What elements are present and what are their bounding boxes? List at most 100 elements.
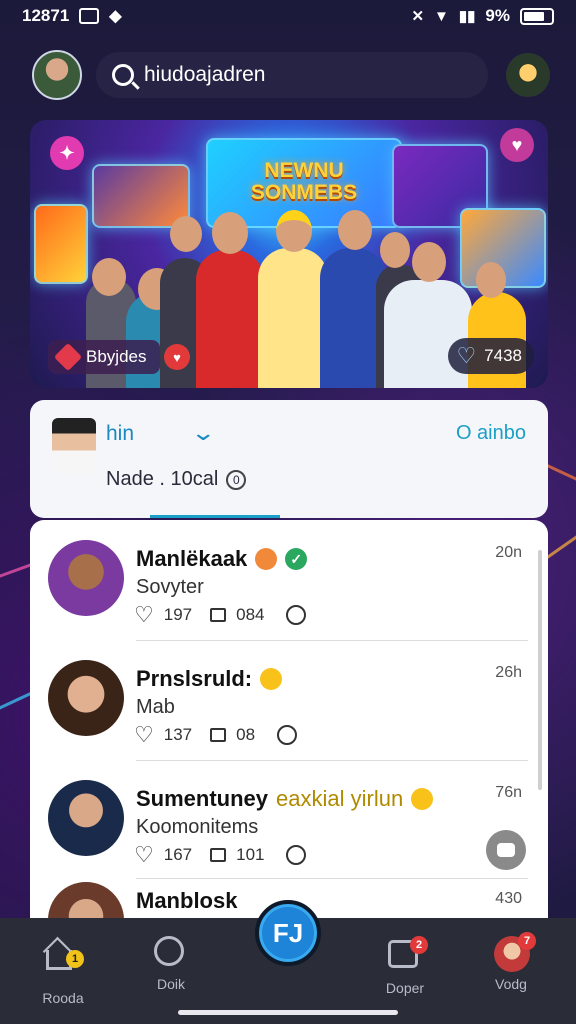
item-actions: ♡ 137 08 <box>134 724 298 746</box>
comment-icon[interactable] <box>210 608 227 622</box>
nav-item-profile[interactable]: 7 Vodg <box>466 932 556 992</box>
nav-item-home[interactable]: 1 Rooda <box>18 936 108 1006</box>
info-icon[interactable]: 0 <box>226 469 247 490</box>
item-actions: ♡ 167 101 <box>134 844 307 866</box>
search-input[interactable]: hiudoajadren <box>144 63 265 87</box>
item-time: 20n <box>495 544 522 561</box>
filter-name[interactable]: hin <box>106 422 134 446</box>
like-icon[interactable]: ♡ <box>134 844 154 866</box>
person-head <box>338 210 372 250</box>
nav-item-inbox[interactable]: 2 Doper <box>360 936 450 996</box>
battery-percent: 9% <box>485 6 510 25</box>
nav-item-search[interactable]: Doik <box>126 936 216 992</box>
person-head <box>170 216 202 252</box>
notification-badge: 7 <box>518 932 536 950</box>
item-subtitle: Mab <box>136 696 175 718</box>
notification-badge: 1 <box>66 950 84 968</box>
search-icon <box>154 936 184 966</box>
notification-icon <box>79 8 100 24</box>
light-streak <box>544 523 576 560</box>
filter-avatar[interactable] <box>52 418 96 474</box>
fire-icon <box>255 548 278 570</box>
notification-badge: 2 <box>410 936 428 954</box>
neon-panel <box>34 204 88 284</box>
banner-chip-label: Bbyjdes <box>86 347 147 366</box>
banner-chip[interactable]: Bbyjdes <box>48 340 161 374</box>
item-name: Prnslsruld: <box>136 666 283 692</box>
person-head <box>92 258 126 296</box>
smile-emoji-icon <box>260 668 283 690</box>
item-subtitle: Sovyter <box>136 576 204 598</box>
home-indicator[interactable] <box>178 1010 398 1015</box>
list-item[interactable]: Manlëkaak ✓ Sovyter ♡ 197 084 20n <box>30 520 548 638</box>
person-head <box>212 212 248 254</box>
shield-icon: ◆ <box>109 8 122 25</box>
list-item[interactable]: Prnslsruld: Mab ♡ 137 08 26h <box>30 640 548 758</box>
heart-icon: ♥ <box>173 349 181 365</box>
person-head <box>476 262 506 298</box>
alert-icon <box>411 788 434 810</box>
comment-icon[interactable] <box>210 728 227 742</box>
feed-list: Manlëkaak ✓ Sovyter ♡ 197 084 20n Prnsls… <box>30 520 548 918</box>
like-icon[interactable]: ♡ <box>134 724 154 746</box>
verified-icon: ✓ <box>285 548 308 570</box>
scrollbar[interactable] <box>538 550 542 790</box>
filter-subtitle: Nade . 10cal <box>106 468 219 490</box>
item-name: Sumentuney eaxkial yirlun <box>136 786 434 812</box>
chat-icon[interactable] <box>277 725 298 745</box>
featured-banner[interactable]: ✦ ♥ NEWNU SONMEBS Bbyjdes ♥ ♡ 7438 <box>30 120 548 388</box>
item-name: Manlëkaak ✓ <box>136 546 308 572</box>
nav-label: Rooda <box>42 990 84 1006</box>
chat-icon[interactable] <box>286 845 307 865</box>
banner-title: NEWNU SONMEBS <box>250 159 358 205</box>
like-count: 197 <box>163 605 193 624</box>
neon-panel <box>92 164 190 228</box>
like-counter[interactable]: ♡ 7438 <box>448 338 534 374</box>
avatar <box>48 540 124 616</box>
status-time: 12871 <box>22 6 70 25</box>
filter-action-link[interactable]: O ainbo <box>456 422 526 445</box>
item-name: Manblosk <box>136 888 238 913</box>
chat-icon[interactable] <box>286 605 307 625</box>
like-count: 137 <box>163 725 193 744</box>
comment-count: 101 <box>236 845 265 864</box>
avatar <box>48 882 124 918</box>
comment-icon[interactable] <box>210 848 227 862</box>
comment-count: 084 <box>236 605 265 624</box>
gem-icon <box>53 342 83 372</box>
search-icon <box>112 64 134 86</box>
wifi-icon: ▼ <box>434 7 449 25</box>
list-item[interactable]: Sumentuney eaxkial yirlun Koomonitems ♡ … <box>30 760 548 878</box>
person-head <box>412 242 446 282</box>
heart-icon: ♡ <box>456 343 477 368</box>
like-icon[interactable]: ♡ <box>134 604 154 626</box>
filter-card: hin ⌄ O ainbo Nade . 10cal 0 <box>30 400 548 518</box>
item-time: 76n <box>495 784 522 801</box>
nav-label: Doper <box>385 980 425 996</box>
battery-icon <box>520 7 554 25</box>
heart-button[interactable]: ♥ <box>164 344 190 370</box>
header: hiudoajadren <box>32 46 550 104</box>
item-time: 430 <box>495 890 522 907</box>
center-action-button[interactable]: FJ <box>255 900 321 966</box>
profile-avatar[interactable] <box>32 50 82 100</box>
secondary-avatar[interactable] <box>506 53 550 97</box>
like-count: 7438 <box>484 346 522 365</box>
item-subtitle: Koomonitems <box>136 816 259 838</box>
person-head <box>380 232 410 268</box>
signal-icon: ▮▮ <box>458 8 476 25</box>
nav-label: Vodg <box>495 976 527 992</box>
like-count: 167 <box>163 845 193 864</box>
person-figure <box>258 248 328 388</box>
search-bar[interactable]: hiudoajadren <box>96 52 488 98</box>
person-figure <box>196 250 264 388</box>
active-tab-indicator <box>150 515 280 518</box>
item-name-accent: eaxkial yirlun <box>276 786 404 811</box>
status-bar: 12871 ◆ ✕ ▼ ▮▮ 9% <box>0 0 576 32</box>
item-time: 26h <box>495 664 522 681</box>
chat-fab-button[interactable] <box>486 830 526 870</box>
chevron-down-icon[interactable]: ⌄ <box>190 420 216 446</box>
item-actions: ♡ 197 084 <box>134 604 307 626</box>
chat-icon <box>497 843 515 857</box>
comment-count: 08 <box>236 725 256 744</box>
